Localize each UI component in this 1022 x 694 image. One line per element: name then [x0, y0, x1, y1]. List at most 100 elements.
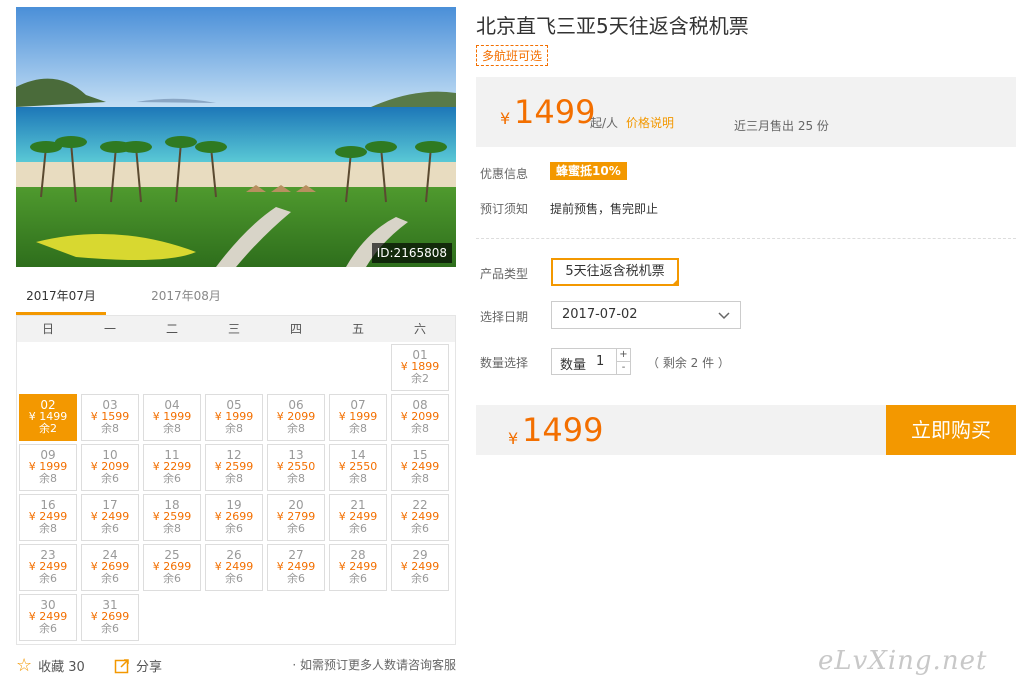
beach-scene-image	[16, 7, 456, 267]
calendar-day-20[interactable]: 20 ¥ 2799 余6	[267, 494, 325, 541]
site-watermark: eLvXing.net	[818, 646, 988, 676]
buy-now-button[interactable]: 立即购买	[886, 405, 1016, 455]
date-select-label: 选择日期	[480, 310, 529, 324]
starting-price: 1499	[514, 93, 596, 131]
day-stock: 余8	[225, 422, 243, 435]
calendar-day-05[interactable]: 05 ¥ 1999 余8	[205, 394, 263, 441]
quantity-stepper: 数量 1 + -	[551, 348, 631, 375]
weekday-tue: 二	[165, 322, 178, 336]
calendar-day-10[interactable]: 10 ¥ 2099 余6	[81, 444, 139, 491]
calendar-day-12[interactable]: 12 ¥ 2599 余8	[205, 444, 263, 491]
day-stock: 余8	[163, 422, 181, 435]
day-stock: 余6	[39, 572, 57, 585]
quantity-label: 数量选择	[480, 356, 529, 370]
calendar-day-26[interactable]: 26 ¥ 2499 余6	[205, 544, 263, 591]
day-stock: 余6	[225, 572, 243, 585]
calendar-day-03[interactable]: 03 ¥ 1599 余8	[81, 394, 139, 441]
share-button[interactable]: 分享	[114, 656, 162, 675]
price-unit: 起/人	[590, 116, 619, 130]
calendar-grid: 01 ¥ 1899 余2 02 ¥ 1499 余2 03 ¥ 1599 余8 04 ¥ 1999 余8…	[17, 342, 455, 644]
weekday-mon: 一	[103, 322, 116, 336]
calendar-day-28[interactable]: 28 ¥ 2499 余6	[329, 544, 387, 591]
day-stock: 余6	[101, 472, 119, 485]
image-id-label: ID:2165808	[371, 243, 452, 263]
weekday-sat: 六	[413, 322, 426, 336]
calendar-day-01[interactable]: 01 ¥ 1899 余2	[391, 344, 449, 391]
calendar-day-31[interactable]: 31 ¥ 2699 余6	[81, 594, 139, 641]
day-stock: 余6	[101, 522, 119, 535]
calendar-day-02[interactable]: 02 ¥ 1499 余2	[19, 394, 77, 441]
day-stock: 余6	[163, 572, 181, 585]
day-stock: 余6	[101, 622, 119, 635]
price-explanation-link[interactable]: 价格说明	[626, 114, 674, 131]
calendar-day-30[interactable]: 30 ¥ 2499 余6	[19, 594, 77, 641]
day-stock: 余8	[39, 472, 57, 485]
calendar-day-18[interactable]: 18 ¥ 2599 余8	[143, 494, 201, 541]
calendar-day-22[interactable]: 22 ¥ 2499 余6	[391, 494, 449, 541]
day-stock: 余8	[287, 472, 305, 485]
calendar-day-27[interactable]: 27 ¥ 2499 余6	[267, 544, 325, 591]
total-price: 1499	[522, 411, 604, 449]
product-type-option[interactable]: 5天往返含税机票	[551, 258, 679, 286]
day-stock: 余6	[101, 572, 119, 585]
calendar-day-11[interactable]: 11 ¥ 2299 余6	[143, 444, 201, 491]
multi-flight-tag: 多航班可选	[476, 45, 549, 66]
weekday-thu: 四	[289, 322, 302, 336]
weekday-fri: 五	[351, 322, 364, 336]
day-stock: 余8	[349, 472, 367, 485]
calendar-day-06[interactable]: 06 ¥ 2099 余8	[267, 394, 325, 441]
weekday-sun: 日	[41, 322, 54, 336]
day-stock: 余8	[225, 472, 243, 485]
calendar-day-08[interactable]: 08 ¥ 2099 余8	[391, 394, 449, 441]
calendar-day-29[interactable]: 29 ¥ 2499 余6	[391, 544, 449, 591]
day-stock: 余8	[101, 422, 119, 435]
day-stock: 余6	[349, 522, 367, 535]
calendar-day-24[interactable]: 24 ¥ 2699 余6	[81, 544, 139, 591]
date-select[interactable]: 2017-07-02	[551, 301, 741, 329]
calendar-day-07[interactable]: 07 ¥ 1999 余8	[329, 394, 387, 441]
calendar-day-23[interactable]: 23 ¥ 2499 余6	[19, 544, 77, 591]
day-stock: 余8	[163, 522, 181, 535]
quantity-input[interactable]: 1	[596, 354, 604, 369]
day-stock: 余6	[411, 572, 429, 585]
product-type-label: 产品类型	[480, 267, 529, 281]
calendar-day-09[interactable]: 09 ¥ 1999 余8	[19, 444, 77, 491]
price-currency: ¥	[500, 109, 511, 128]
calendar-day-17[interactable]: 17 ¥ 2499 余6	[81, 494, 139, 541]
weekday-header: 日 一 二 三 四 五 六	[17, 316, 455, 342]
calendar-day-16[interactable]: 16 ¥ 2499 余8	[19, 494, 77, 541]
calendar-day-13[interactable]: 13 ¥ 2550 余8	[267, 444, 325, 491]
tab-2017-08[interactable]: 2017年08月	[141, 280, 231, 315]
share-icon	[114, 658, 129, 673]
calendar-day-14[interactable]: 14 ¥ 2550 余8	[329, 444, 387, 491]
calendar-day-25[interactable]: 25 ¥ 2699 余6	[143, 544, 201, 591]
promo-value: 蜂蜜抵10%	[550, 162, 627, 180]
product-title: 北京直飞三亚5天往返含税机票	[476, 14, 749, 38]
selected-corner-icon	[671, 278, 679, 286]
product-actions: ☆ 收藏 30 分享 · 如需预订更多人数请咨询客服	[16, 656, 456, 676]
day-stock: 余6	[39, 622, 57, 635]
day-stock: 余8	[287, 422, 305, 435]
day-stock: 余6	[349, 572, 367, 585]
chevron-down-icon	[718, 312, 730, 320]
day-stock: 余2	[411, 372, 429, 385]
quantity-decrease-button[interactable]: -	[616, 362, 630, 375]
day-stock: 余2	[39, 422, 57, 435]
day-stock: 余8	[411, 472, 429, 485]
booking-notice-label: 预订须知	[480, 202, 529, 216]
day-stock: 余6	[163, 472, 181, 485]
date-select-value: 2017-07-02	[562, 307, 638, 322]
calendar-day-21[interactable]: 21 ¥ 2499 余6	[329, 494, 387, 541]
honey-discount-badge: 蜂蜜抵10%	[550, 162, 627, 180]
day-stock: 余8	[39, 522, 57, 535]
tab-2017-07[interactable]: 2017年07月	[16, 280, 106, 315]
favorite-button[interactable]: ☆ 收藏 30	[16, 656, 85, 675]
booking-notice-text: 提前预售，售完即止	[550, 202, 659, 216]
star-icon: ☆	[16, 654, 33, 676]
calendar-day-04[interactable]: 04 ¥ 1999 余8	[143, 394, 201, 441]
day-stock: 余6	[287, 522, 305, 535]
calendar-day-19[interactable]: 19 ¥ 2699 余6	[205, 494, 263, 541]
weekday-wed: 三	[227, 322, 240, 336]
quantity-increase-button[interactable]: +	[616, 349, 630, 362]
calendar-day-15[interactable]: 15 ¥ 2499 余8	[391, 444, 449, 491]
